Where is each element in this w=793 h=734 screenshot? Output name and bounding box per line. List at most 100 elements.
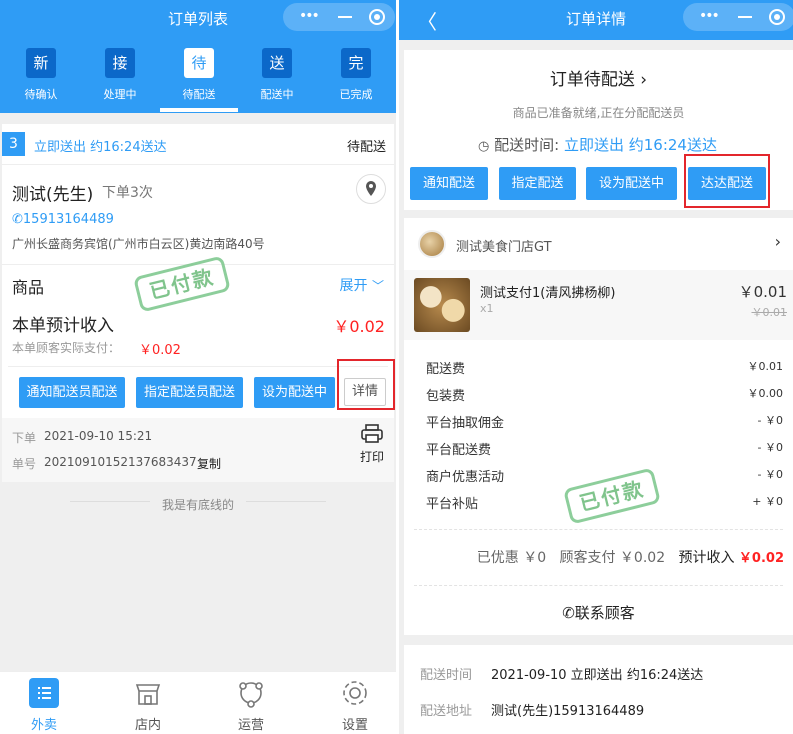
divider [8, 366, 388, 367]
set-delivering-button[interactable]: 设为配送中 [586, 167, 677, 200]
customer-address: 广州长盛商务宾馆(广州市白云区)黄边南路40号 [12, 237, 265, 251]
status-card: 订单待配送 › 商品已准备就绪,正在分配配送员 ◷ 配送时间: 立即送出 约16… [404, 50, 793, 210]
delivery-time-row: ◷ 配送时间: 立即送出 约16:24送达 [478, 134, 717, 155]
product-price: ￥0.01 [738, 283, 787, 301]
contact-customer-button[interactable]: ✆联系顾客 [404, 602, 793, 623]
expand-label: 展开 [339, 278, 368, 294]
more-icon[interactable]: ••• [299, 8, 320, 24]
operation-icon [236, 678, 266, 708]
fee-value: - ￥0 [757, 468, 783, 481]
tab-icon: 待 [184, 48, 214, 78]
summary-paid: 顾客支付 ￥0.02 [559, 550, 666, 566]
info-value: 2021-09-10 立即送出 约16:24送达 [491, 668, 704, 683]
store-icon [133, 678, 163, 708]
info-value: 测试(先生)15913164489 [491, 704, 645, 719]
summary-income-label: 预计收入 [678, 550, 735, 566]
fee-row: 包装费 ￥0.00 [426, 385, 783, 404]
fee-row: 平台配送费 - ￥0 [426, 439, 783, 458]
tab-label: 配送中 [260, 88, 294, 101]
fee-value: ￥0.01 [747, 360, 784, 373]
tab-pending-delivery[interactable]: 待 待配送 [160, 48, 238, 112]
miniprogram-capsule: ••• [283, 3, 395, 31]
fee-row: 配送费 ￥0.01 [426, 358, 783, 377]
set-delivering-button[interactable]: 设为配送中 [254, 377, 335, 408]
fee-value: + ￥0 [752, 495, 783, 508]
order-status: 待配送 [346, 140, 386, 155]
fee-label: 配送费 [426, 362, 466, 377]
bottom-tab-label: 店内 [134, 718, 161, 733]
product-row: 测试支付1(清风拂杨柳) x1 ￥0.01 ￥0.01 [404, 270, 793, 340]
order-index-badge: 3 [2, 132, 25, 156]
delivery-time-value: 立即送出 约16:24送达 [563, 136, 717, 154]
highlight-box [337, 359, 395, 410]
status-title: 订单待配送 [549, 70, 635, 90]
gear-icon [340, 678, 370, 708]
fee-row: 平台抽取佣金 - ￥0 [426, 412, 783, 431]
list-icon [29, 678, 59, 708]
print-button[interactable]: 打印 [356, 424, 388, 465]
fee-label: 平台抽取佣金 [426, 416, 505, 431]
active-tab-indicator [160, 108, 238, 112]
highlight-box [684, 154, 770, 208]
bottom-tab-label: 运营 [237, 718, 264, 733]
bottom-tab-label: 设置 [341, 718, 368, 733]
store-row[interactable]: 测试美食门店GT › [404, 218, 793, 270]
close-circle-icon[interactable] [769, 9, 785, 25]
phone-number: 15913164489 [22, 212, 114, 227]
clock-icon: ◷ [478, 139, 490, 154]
phone-icon: ✆ [12, 212, 23, 227]
fee-value: - ￥0 [757, 414, 783, 427]
product-qty: x1 [480, 302, 494, 315]
minimize-icon[interactable] [338, 16, 352, 18]
bottom-tab-operation[interactable]: 运营 [216, 678, 286, 733]
tab-completed[interactable]: 完 已完成 [326, 48, 386, 102]
delivery-time: 立即送出 约16:24送达 [34, 140, 167, 155]
tab-label: 处理中 [103, 88, 137, 101]
tab-processing[interactable]: 接 处理中 [90, 48, 150, 102]
notify-delivery-button[interactable]: 通知配送 [410, 167, 488, 200]
assign-delivery-button[interactable]: 指定配送 [499, 167, 576, 200]
fee-label: 平台配送费 [426, 443, 492, 458]
minimize-icon[interactable] [738, 16, 752, 18]
location-pin-icon [366, 181, 376, 196]
product-image [414, 278, 470, 332]
order-list-screen: 订单列表 ••• 新 待确认 接 处理中 待 待配送 送 配送中 完 已完成 3… [0, 0, 396, 734]
miniprogram-capsule: ••• [683, 3, 793, 31]
income-value: ￥0.02 [333, 317, 385, 336]
delivery-time-label: 配送时间: [494, 136, 560, 154]
fee-label: 包装费 [426, 389, 466, 404]
tab-delivering[interactable]: 送 配送中 [247, 48, 307, 102]
fee-label: 商户优惠活动 [426, 470, 505, 485]
location-button[interactable] [356, 174, 386, 204]
summary-income-value: ￥0.02 [738, 551, 784, 566]
fee-label: 平台补贴 [426, 497, 479, 512]
close-circle-icon[interactable] [369, 9, 385, 25]
bottom-tab-settings[interactable]: 设置 [320, 678, 390, 733]
bottom-tab-store[interactable]: 店内 [113, 678, 183, 733]
product-name: 测试支付1(清风拂杨柳) [480, 286, 616, 301]
divider [414, 585, 783, 586]
assign-courier-button[interactable]: 指定配送员配送 [136, 377, 243, 408]
goods-card: 测试美食门店GT › 测试支付1(清风拂杨柳) x1 ￥0.01 ￥0.01 配… [404, 218, 793, 635]
notify-courier-button[interactable]: 通知配送员配送 [19, 377, 125, 408]
copy-button[interactable]: 复制 [197, 455, 221, 472]
status-tabs: 新 待确认 接 处理中 待 待配送 送 配送中 完 已完成 [0, 34, 396, 113]
summary-discount: 已优惠 ￥0 [476, 550, 547, 566]
tab-pending-confirm[interactable]: 新 待确认 [11, 48, 71, 102]
tab-label: 待确认 [24, 88, 58, 101]
phone-link[interactable]: ✆15913164489 [12, 212, 114, 227]
expand-toggle[interactable]: 展开 ﹀ [340, 275, 384, 295]
order-card: 3 立即送出 约16:24送达 待配送 测试(先生) 下单3次 ✆1591316… [2, 124, 395, 482]
bottom-tab-label: 外卖 [30, 718, 57, 733]
tab-icon: 送 [262, 48, 292, 78]
info-label: 配送时间 [420, 668, 473, 683]
status-title-link[interactable]: 订单待配送 › [404, 65, 793, 90]
print-label: 打印 [359, 450, 384, 464]
order-no-label: 单号 [12, 457, 37, 471]
order-time: 2021-09-10 15:21 [44, 429, 153, 443]
bottom-tab-takeout[interactable]: 外卖 [9, 678, 79, 733]
contact-label: 联系顾客 [574, 604, 635, 622]
order-time-label: 下单 [12, 431, 37, 445]
tab-label: 待配送 [182, 88, 216, 101]
more-icon[interactable]: ••• [699, 8, 720, 24]
